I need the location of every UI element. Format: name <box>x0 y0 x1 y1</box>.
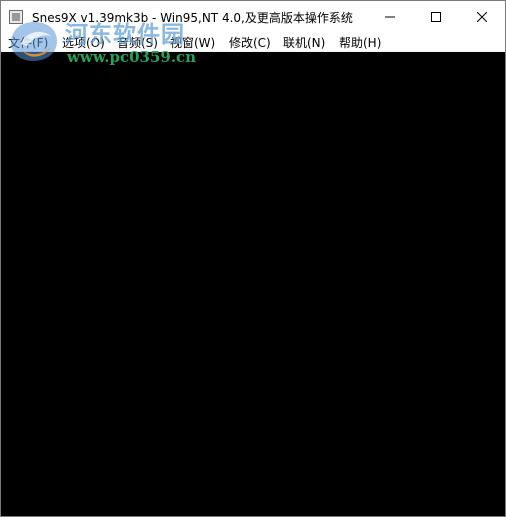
menu-options[interactable]: 选项(O) <box>61 34 106 51</box>
menu-window[interactable]: 视窗(W) <box>169 34 216 51</box>
minimize-button[interactable] <box>367 1 413 31</box>
app-icon[interactable] <box>9 9 23 24</box>
close-icon <box>476 7 488 26</box>
menu-file[interactable]: 文件(F) <box>7 34 49 51</box>
maximize-icon <box>431 7 441 26</box>
maximize-button[interactable] <box>413 1 459 31</box>
app-window: Snes9X v1.39mk3b - Win95,NT 4.0,及更高版本操作系… <box>0 0 506 517</box>
title-bar[interactable]: Snes9X v1.39mk3b - Win95,NT 4.0,及更高版本操作系… <box>1 1 505 31</box>
menu-help[interactable]: 帮助(H) <box>338 34 382 51</box>
minimize-icon <box>385 7 395 26</box>
close-button[interactable] <box>459 1 505 31</box>
menu-cheat[interactable]: 修改(C) <box>228 34 272 51</box>
menu-sound[interactable]: 音频(S) <box>116 34 159 51</box>
window-title: Snes9X v1.39mk3b - Win95,NT 4.0,及更高版本操作系… <box>32 11 353 25</box>
game-display[interactable] <box>1 52 505 516</box>
menu-netplay[interactable]: 联机(N) <box>282 34 326 51</box>
menu-bar: 文件(F) 选项(O) 音频(S) 视窗(W) 修改(C) 联机(N) 帮助(H… <box>1 31 505 52</box>
